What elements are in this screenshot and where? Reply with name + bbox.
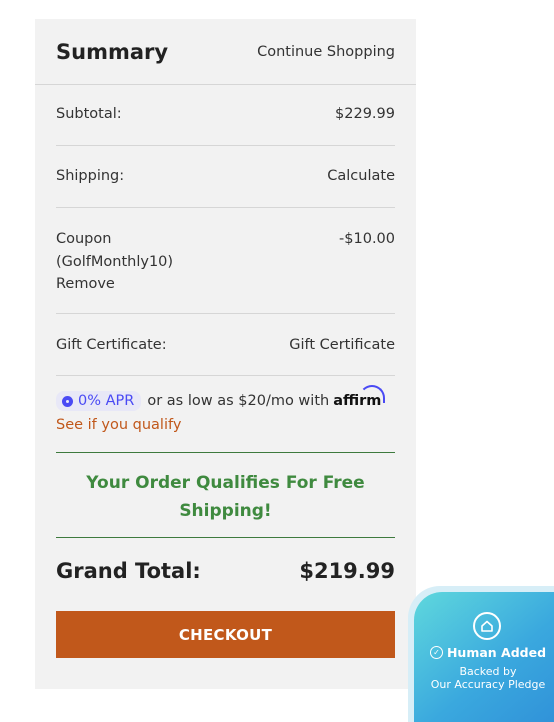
divider [56,145,395,146]
coupon-row: Coupon (GolfMonthly10) Remove -$10.00 [56,228,395,296]
check-circle-icon: ✓ [429,646,443,659]
home-icon [473,612,501,640]
apr-text: 0% APR [78,393,135,409]
subtotal-row: Subtotal: $229.99 [56,103,395,125]
badge-title: Human Added [446,645,547,660]
badge-subtitle: Backed by Our Accuracy Pledge [414,665,554,691]
affirm-text: or as low as $20/mo with [147,393,330,409]
accuracy-pledge-badge[interactable]: ✓ Human Added Backed by Our Accuracy Ple… [414,592,554,722]
gift-certificate-label: Gift Certificate: [56,337,167,353]
subtotal-value: $229.99 [335,106,395,122]
grand-total-label: Grand Total: [56,559,201,583]
header-divider [35,84,416,85]
subtotal-label: Subtotal: [56,106,122,122]
coupon-code: (GolfMonthly10) [56,253,174,270]
coupon-info: Coupon (GolfMonthly10) Remove [56,228,173,296]
coupon-label: Coupon [56,231,112,247]
coupon-value: -$10.00 [339,231,395,247]
free-shipping-divider-bottom [56,537,395,538]
see-if-you-qualify-link[interactable]: See if you qualify [56,417,181,433]
tag-icon [62,395,73,407]
affirm-logo: affirm [333,385,386,409]
gift-certificate-row: Gift Certificate: Gift Certificate [56,334,395,356]
free-shipping-divider-top [56,452,395,453]
badge-line1: Backed by [459,665,517,678]
badge-line2: Our Accuracy Pledge [430,678,546,691]
continue-shopping-link[interactable]: Continue Shopping [257,44,395,60]
affirm-promo: 0% APR or as low as $20/mo with affirm [56,385,386,411]
gift-certificate-link[interactable]: Gift Certificate [289,337,395,353]
shipping-label: Shipping: [56,168,125,184]
summary-header: Summary Continue Shopping [56,38,395,66]
grand-total-value: $219.99 [299,559,395,583]
order-summary-panel: Summary Continue Shopping Subtotal: $229… [35,19,416,689]
checkout-button[interactable]: CHECKOUT [56,611,395,658]
divider [56,207,395,208]
badge-title-row: ✓ Human Added [414,645,554,660]
affirm-arc-icon [359,385,386,403]
apr-badge: 0% APR [56,391,142,411]
shipping-row: Shipping: Calculate [56,165,395,187]
divider [56,375,395,376]
remove-coupon-link[interactable]: Remove [56,273,173,296]
grand-total-row: Grand Total: $219.99 [56,559,395,583]
free-shipping-message: Your Order Qualifies For Free Shipping! [86,473,365,521]
calculate-shipping-link[interactable]: Calculate [327,168,395,184]
divider [56,313,395,314]
summary-title: Summary [56,40,169,64]
